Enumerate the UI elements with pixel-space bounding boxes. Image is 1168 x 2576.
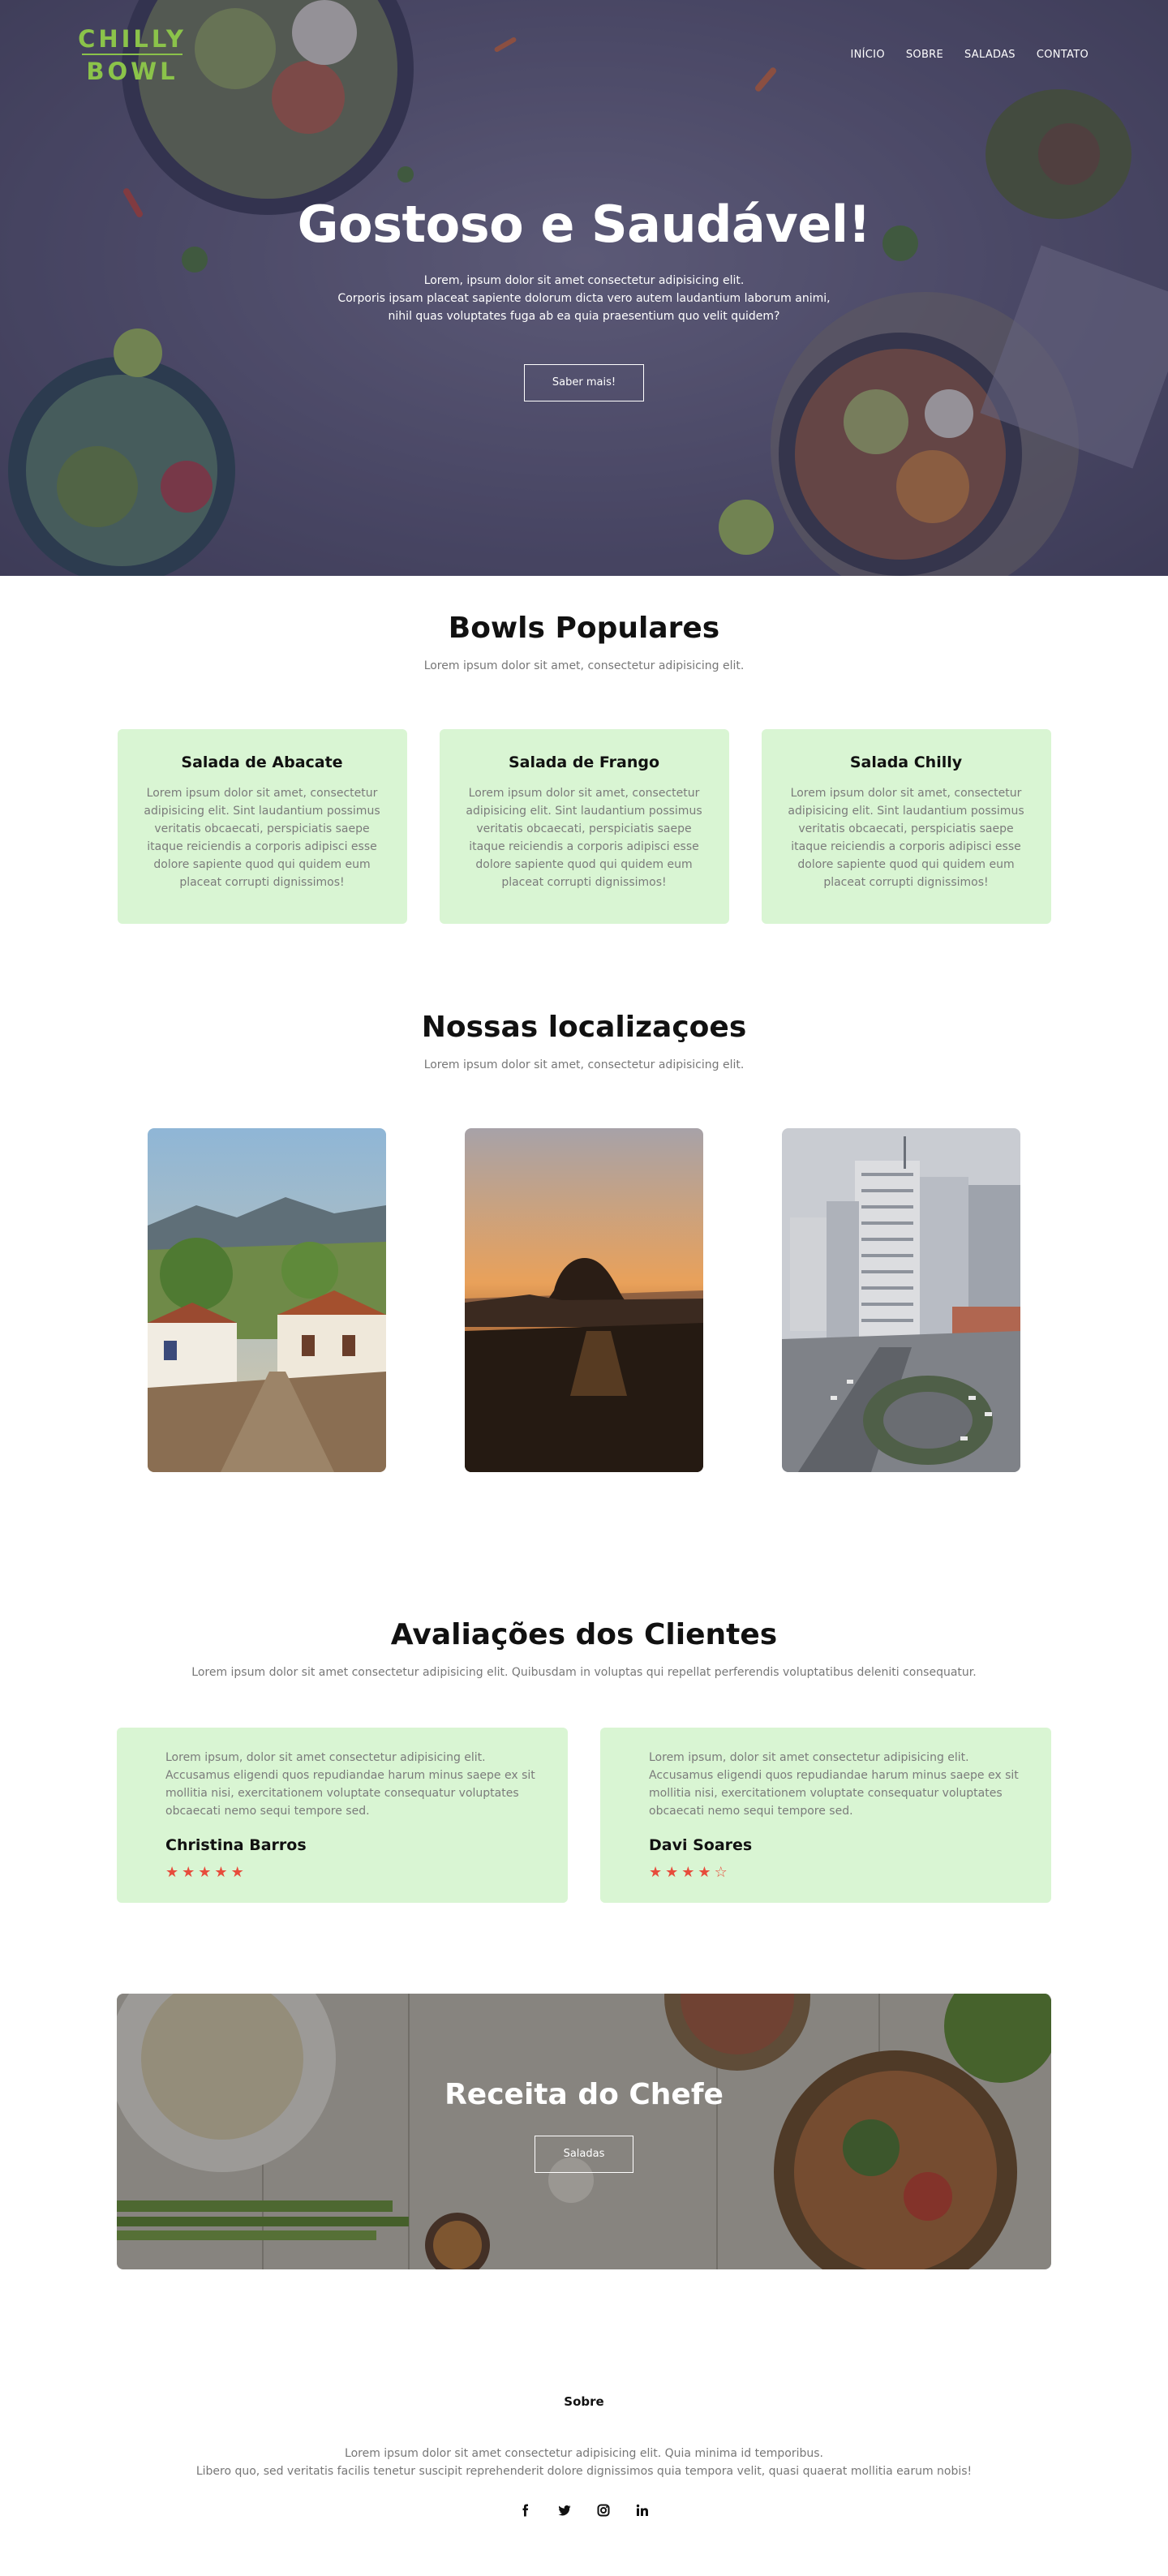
- star-filled-icon: ★: [198, 1864, 215, 1881]
- bowl-card-text: Lorem ipsum dolor sit amet, consectetur …: [788, 787, 1024, 889]
- review-text: Lorem ipsum, dolor sit amet consectetur …: [165, 1751, 535, 1818]
- locations-title: Nossas localizaçoes: [421, 1011, 747, 1044]
- bowls-subtitle: Lorem ipsum dolor sit amet, consectetur …: [423, 659, 745, 672]
- location-image-colonial-town: [148, 1128, 386, 1472]
- star-filled-icon: ★: [182, 1864, 199, 1881]
- footer: Sobre Lorem ipsum dolor sit amet consect…: [0, 2269, 1168, 2550]
- star-filled-icon: ★: [698, 1864, 715, 1881]
- review-author: Davi Soares: [649, 1836, 753, 1854]
- star-filled-icon: ★: [165, 1864, 182, 1881]
- star-filled-icon: ★: [230, 1864, 247, 1881]
- locations-section: Nossas localizaçoes Lorem ipsum dolor si…: [0, 924, 1168, 1472]
- reviews-subtitle: Lorem ipsum dolor sit amet consectetur a…: [191, 1666, 977, 1679]
- colonial-town-photo: [148, 1128, 386, 1472]
- footer-title: Sobre: [564, 2394, 604, 2409]
- nav-link-sobre[interactable]: SOBRE: [906, 49, 943, 61]
- bowl-card-title: Salada de Frango: [508, 753, 660, 771]
- review-cards: Lorem ipsum, dolor sit amet consectetur …: [0, 1728, 1168, 1903]
- sunset-bay-photo: [465, 1128, 703, 1472]
- review-card: Lorem ipsum, dolor sit amet consectetur …: [600, 1728, 1051, 1903]
- review-author: Christina Barros: [165, 1836, 307, 1854]
- hero-title: Gostoso e Saudável!: [297, 195, 871, 254]
- chef-content: Receita do Chefe Saladas: [117, 2078, 1051, 2173]
- logo-line-1: CHILLY: [78, 25, 187, 53]
- bowl-card: Salada de Abacate Lorem ipsum dolor sit …: [117, 729, 407, 924]
- hero-content: Gostoso e Saudável! Lorem, ipsum dolor s…: [0, 195, 1168, 401]
- footer-text-line-1: Lorem ipsum dolor sit amet consectetur a…: [345, 2447, 823, 2460]
- bowl-card-title: Salada Chilly: [849, 753, 963, 771]
- star-filled-icon: ★: [681, 1864, 698, 1881]
- bowl-card-title: Salada de Abacate: [181, 753, 343, 771]
- linkedin-icon[interactable]: [635, 2503, 650, 2518]
- star-filled-icon: ★: [649, 1864, 666, 1881]
- hero-subtitle-line-2: Corporis ipsam placeat sapiente dolorum …: [337, 292, 831, 305]
- hero-subtitle: Lorem, ipsum dolor sit amet consectetur …: [0, 272, 1168, 325]
- chef-title: Receita do Chefe: [444, 2078, 724, 2111]
- location-image-sunset-bay: [465, 1128, 703, 1472]
- locations-subtitle: Lorem ipsum dolor sit amet, consectetur …: [423, 1058, 745, 1071]
- star-empty-icon: ☆: [714, 1864, 731, 1881]
- nav-link-contato[interactable]: CONTATO: [1037, 49, 1089, 61]
- location-images: [0, 1128, 1168, 1472]
- star-rating: ★★★★☆: [649, 1864, 1032, 1881]
- bowl-card-text: Lorem ipsum dolor sit amet, consectetur …: [466, 787, 702, 889]
- popular-bowls-section: Bowls Populares Lorem ipsum dolor sit am…: [0, 576, 1168, 924]
- nav-link-inicio[interactable]: INÍCIO: [851, 49, 885, 61]
- logo-divider: [82, 54, 182, 55]
- learn-more-button[interactable]: Saber mais!: [524, 364, 644, 401]
- bowl-card: Salada de Frango Lorem ipsum dolor sit a…: [439, 729, 729, 924]
- twitter-icon[interactable]: [557, 2503, 572, 2518]
- reviews-title: Avaliações dos Clientes: [390, 1618, 778, 1651]
- chef-recipe-banner: Receita do Chefe Saladas: [117, 1994, 1051, 2269]
- social-links: [0, 2503, 1168, 2518]
- bowl-card-text: Lorem ipsum dolor sit amet, consectetur …: [144, 787, 380, 889]
- bowl-card: Salada Chilly Lorem ipsum dolor sit amet…: [761, 729, 1051, 924]
- hero-subtitle-line-3: nihil quas voluptates fuga ab ea quia pr…: [388, 310, 780, 323]
- review-text: Lorem ipsum, dolor sit amet consectetur …: [649, 1751, 1019, 1818]
- main-nav: INÍCIO SOBRE SALADAS CONTATO: [851, 49, 1089, 61]
- star-filled-icon: ★: [214, 1864, 231, 1881]
- instagram-icon[interactable]: [596, 2503, 611, 2518]
- reviews-section: Avaliações dos Clientes Lorem ipsum dolo…: [0, 1472, 1168, 1903]
- star-rating: ★★★★★: [165, 1864, 548, 1881]
- star-filled-icon: ★: [665, 1864, 682, 1881]
- salads-button[interactable]: Saladas: [535, 2136, 633, 2173]
- footer-text: Lorem ipsum dolor sit amet consectetur a…: [0, 2445, 1168, 2480]
- review-card: Lorem ipsum, dolor sit amet consectetur …: [117, 1728, 568, 1903]
- location-image-city-avenue: [782, 1128, 1020, 1472]
- nav-link-saladas[interactable]: SALADAS: [964, 49, 1016, 61]
- logo[interactable]: CHILLY BOWL: [71, 28, 193, 84]
- footer-text-line-2: Libero quo, sed veritatis facilis tenetu…: [195, 2465, 973, 2478]
- bowls-title: Bowls Populares: [448, 612, 720, 645]
- hero-subtitle-line-1: Lorem, ipsum dolor sit amet consectetur …: [423, 274, 745, 287]
- facebook-icon[interactable]: [518, 2503, 533, 2518]
- city-avenue-photo: [782, 1128, 1020, 1472]
- bowl-cards: Salada de Abacate Lorem ipsum dolor sit …: [0, 729, 1168, 924]
- logo-line-2: BOWL: [86, 58, 178, 85]
- hero-section: CHILLY BOWL INÍCIO SOBRE SALADAS CONTATO…: [0, 0, 1168, 576]
